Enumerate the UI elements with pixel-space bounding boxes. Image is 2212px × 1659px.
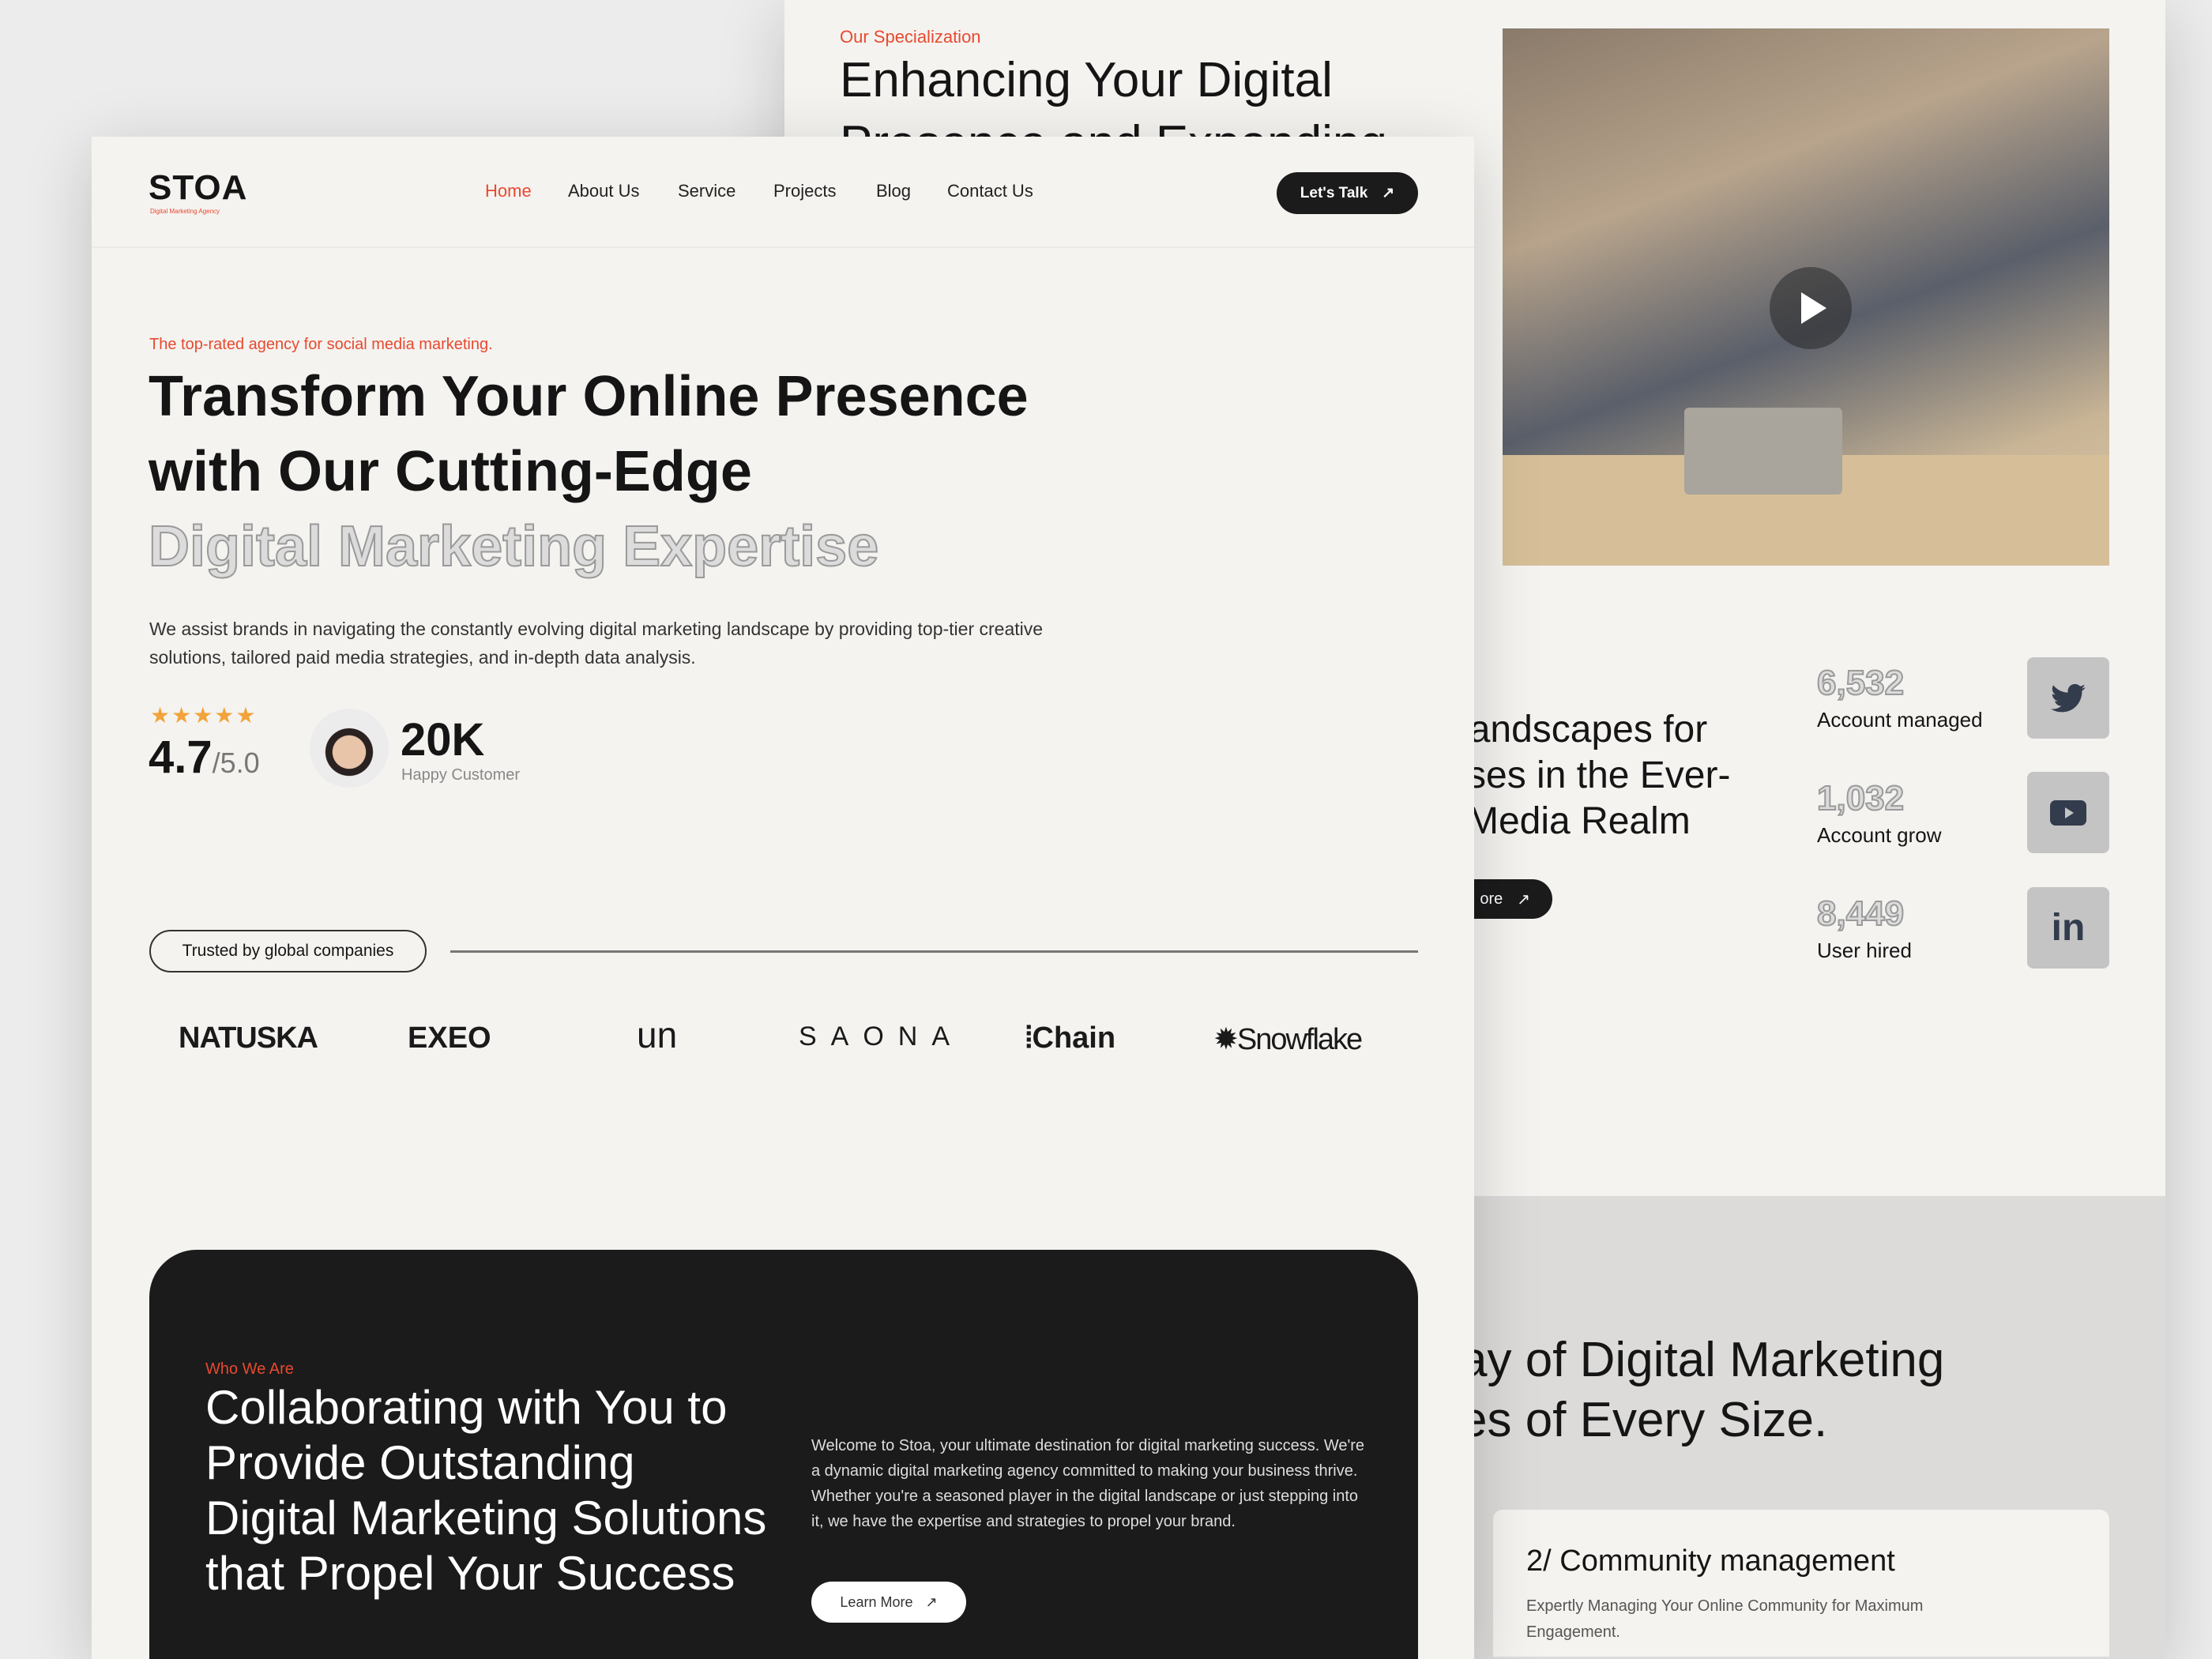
customer-count: 20K (401, 714, 485, 766)
heading-line: Enhancing Your Digital (840, 53, 1333, 107)
lets-talk-button[interactable]: Let's Talk ↗ (1277, 172, 1418, 214)
arrow-up-right-icon: ↗ (1382, 185, 1395, 201)
service-card[interactable]: 2/ Community management Expertly Managin… (1493, 1510, 2109, 1657)
stat-label: Account managed (1817, 708, 1983, 732)
team-photo (1503, 28, 2109, 566)
twitter-icon (2051, 683, 2086, 712)
rating-max: /5.0 (212, 747, 260, 779)
logo-saona: SAONA (799, 1021, 965, 1051)
hero-eyebrow: The top-rated agency for social media ma… (149, 336, 493, 353)
youtube-button[interactable] (2027, 772, 2109, 853)
logo[interactable]: STOA (149, 168, 247, 208)
twitter-button[interactable] (2027, 657, 2109, 739)
youtube-icon (2050, 799, 2086, 826)
heading-line: sses in the Ever- (1448, 754, 1731, 796)
logo-text: Snowflake (1236, 1023, 1363, 1056)
stat-value: 1,032 (1816, 778, 1905, 818)
about-heading: Collaborating with You to Provide Outsta… (205, 1381, 767, 1600)
heading-line: es of Every Size. (1460, 1393, 1828, 1447)
stat-label: User hired (1817, 939, 1912, 962)
learn-more-button[interactable]: Learn More ↗ (811, 1582, 966, 1623)
trusted-badge: Trusted by global companies (149, 930, 427, 972)
nav-about-us[interactable]: About Us (568, 181, 640, 201)
nav-home[interactable]: Home (485, 181, 532, 201)
rating-number: 4.7 (149, 732, 213, 783)
heading-line: Transform Your Online Presence (149, 365, 1029, 428)
rating-value: 4.7/5.0 (149, 731, 260, 784)
heading-line: l Media Realm (1448, 800, 1691, 842)
landscapes-heading: Landscapes for sses in the Ever- l Media… (1448, 707, 1730, 845)
logo-text: Chain (1032, 1021, 1116, 1055)
stat-label: Account grow (1817, 823, 1942, 847)
service-card-description: Expertly Managing Your Online Community … (1526, 1597, 1924, 1641)
about-section: Who We Are Collaborating with You to Pro… (149, 1250, 1418, 1659)
button-label: Let's Talk (1300, 184, 1368, 201)
divider (450, 950, 1418, 953)
heading-line: with Our Cutting-Edge (149, 440, 752, 503)
snowflake-icon: ✹ (1213, 1023, 1239, 1056)
button-label: ore (1480, 890, 1503, 908)
nav-blog[interactable]: Blog (876, 181, 911, 201)
arrow-up-right-icon: ↗ (925, 1593, 938, 1610)
linkedin-icon: in (2051, 907, 2086, 949)
nav-projects[interactable]: Projects (773, 181, 836, 201)
hero-heading: Transform Your Online Presence with Our … (148, 359, 1029, 585)
logo-natuska: NATUSKA (179, 1021, 318, 1055)
service-card-title: 2/ Community management (1526, 1544, 1895, 1578)
button-label: Learn More (840, 1593, 913, 1610)
about-paragraph: Welcome to Stoa, your ultimate destinati… (811, 1437, 1365, 1530)
customer-label: Happy Customer (401, 766, 521, 784)
laptop (1684, 408, 1842, 495)
stat-value: 6,532 (1816, 663, 1905, 703)
services-heading: ay of Digital Marketing es of Every Size… (1460, 1330, 1944, 1450)
hero-paragraph: We assist brands in navigating the const… (149, 619, 1044, 668)
front-page-window: STOA Digital Marketing Agency Home About… (92, 137, 1474, 1659)
logo-exeo: EXEO (408, 1021, 491, 1055)
play-icon (1801, 292, 1826, 324)
logo-snowflake: ✹Snowflake (1213, 1021, 1363, 1057)
linkedin-button[interactable]: in (2027, 887, 2109, 969)
about-eyebrow: Who We Are (205, 1360, 294, 1378)
rating-stars: ★★★★★ (150, 703, 258, 728)
navbar: STOA Digital Marketing Agency Home About… (92, 137, 1474, 248)
specialization-eyebrow: Our Specialization (840, 27, 981, 47)
logo-chain: ⦙Chain (1025, 1021, 1115, 1055)
heading-line: Landscapes for (1448, 709, 1708, 750)
arrow-up-right-icon: ↗ (1517, 890, 1530, 908)
heading-line-outline: Digital Marketing Expertise (148, 514, 879, 579)
chain-icon: ⦙ (1025, 1021, 1033, 1055)
stat-value: 8,449 (1816, 893, 1905, 934)
logo-un: un (637, 1014, 678, 1055)
logo-tagline: Digital Marketing Agency (150, 208, 220, 215)
nav-service[interactable]: Service (678, 181, 735, 201)
customer-avatar (310, 709, 389, 788)
play-button[interactable] (1770, 267, 1852, 349)
nav-contact-us[interactable]: Contact Us (947, 181, 1033, 201)
heading-line: ay of Digital Marketing (1460, 1333, 1945, 1387)
